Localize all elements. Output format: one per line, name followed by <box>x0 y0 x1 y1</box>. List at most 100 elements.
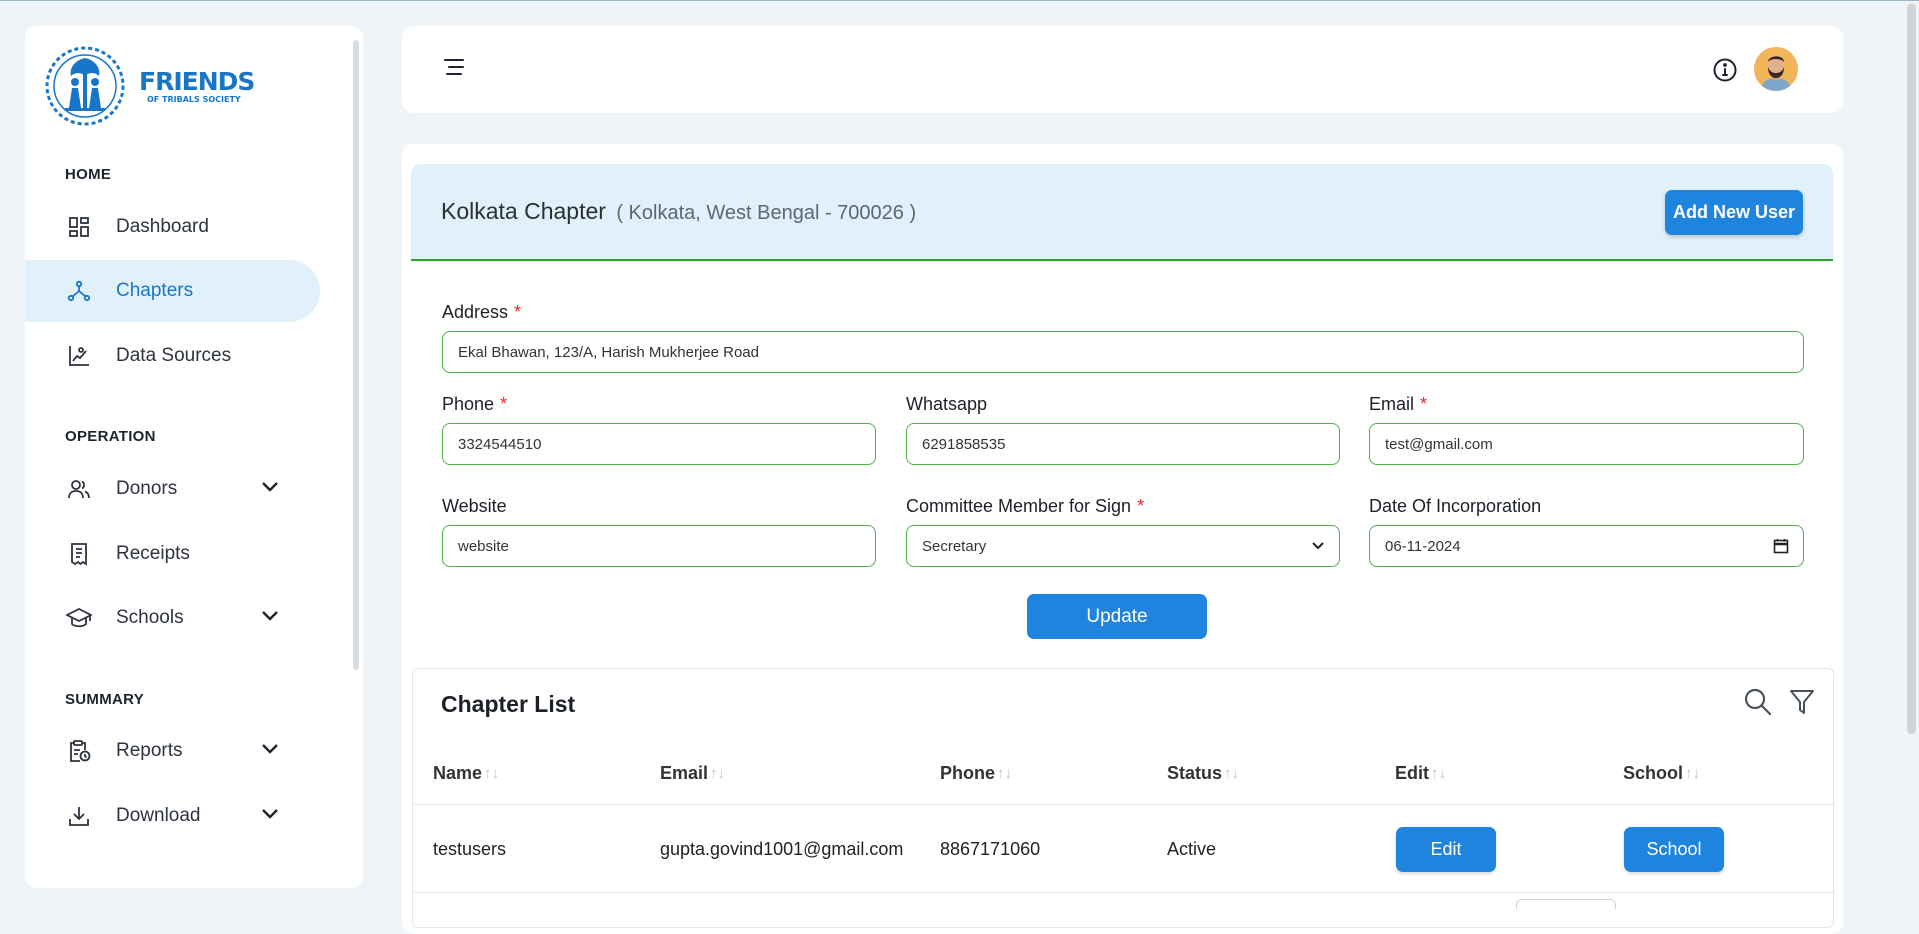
donors-icon <box>65 475 93 503</box>
cell-status: Active <box>1167 839 1217 859</box>
column-header-label: School <box>1623 763 1684 783</box>
email-label-text: Email <box>1369 394 1415 414</box>
chapter-list-title: Chapter List <box>441 691 576 717</box>
required-mark: * <box>514 302 522 322</box>
search-icon[interactable] <box>1743 687 1773 717</box>
calendar-icon[interactable] <box>1773 538 1789 554</box>
edit-button[interactable]: Edit <box>1396 827 1496 872</box>
section-summary: SUMMARY <box>65 691 145 708</box>
school-button[interactable]: School <box>1624 827 1724 872</box>
column-header-school[interactable]: School ↑↓ <box>1623 763 1700 784</box>
chevron-down-icon[interactable] <box>260 476 280 496</box>
required-mark: * <box>1137 496 1145 516</box>
cell-name: testusers <box>433 839 507 859</box>
whatsapp-label: Whatsapp <box>906 394 988 414</box>
sidebar-item-download[interactable]: Download <box>25 785 320 847</box>
email-field[interactable]: test@gmail.com <box>1369 423 1804 465</box>
chapters-icon <box>65 277 93 305</box>
whatsapp-field[interactable]: 6291858535 <box>906 423 1340 465</box>
update-button[interactable]: Update <box>1027 594 1207 639</box>
column-header-phone[interactable]: Phone ↑↓ <box>940 763 1012 784</box>
section-home: HOME <box>65 166 112 183</box>
sidebar-item-donors[interactable]: Donors <box>25 458 320 520</box>
brand-tagline: OF TRIBALS SOCIETY <box>147 94 241 104</box>
chapter-list-card: Chapter List Name ↑↓ Email ↑↓ Phone ↑↓ Stat… <box>412 668 1835 928</box>
address-label-text: Address <box>442 302 509 322</box>
committee-select-value: Secretary <box>922 537 987 555</box>
column-header-name[interactable]: Name ↑↓ <box>433 763 499 784</box>
school-icon <box>65 604 93 632</box>
user-avatar[interactable] <box>1754 47 1798 91</box>
required-mark: * <box>1420 394 1428 414</box>
sort-icon[interactable]: ↑↓ <box>710 765 725 782</box>
sidebar-item-receipts[interactable]: Receipts <box>25 523 320 585</box>
website-label: Website <box>442 496 507 516</box>
chevron-down-icon[interactable] <box>260 605 280 625</box>
sidebar-item-label: Download <box>116 805 201 826</box>
main-panel: Kolkata Chapter ( Kolkata, West Bengal -… <box>402 144 1843 934</box>
chapter-header: Kolkata Chapter ( Kolkata, West Bengal -… <box>411 164 1833 261</box>
column-header-email[interactable]: Email ↑↓ <box>660 763 725 784</box>
sidebar-item-label: Schools <box>116 607 184 628</box>
address-label: Address * <box>442 302 521 323</box>
top-bar <box>402 26 1843 113</box>
sidebar-item-label: Donors <box>116 478 178 499</box>
incorporation-date-field[interactable]: 06-11-2024 <box>1369 525 1804 567</box>
receipt-icon <box>65 540 93 568</box>
sidebar-item-schools[interactable]: Schools <box>25 587 320 649</box>
reports-icon <box>65 737 93 765</box>
phone-label: Phone * <box>442 394 507 415</box>
pagination-control[interactable] <box>1516 899 1616 909</box>
sort-icon[interactable]: ↑↓ <box>1431 765 1446 782</box>
data-sources-icon <box>65 342 93 370</box>
address-field[interactable]: Ekal Bhawan, 123/A, Harish Mukherjee Roa… <box>442 331 1804 373</box>
society-emblem-icon <box>45 46 125 126</box>
incorporation-label: Date Of Incorporation <box>1369 496 1542 516</box>
column-header-label: Status <box>1167 763 1223 783</box>
chevron-down-icon[interactable] <box>260 803 280 823</box>
website-field[interactable]: website <box>442 525 876 567</box>
page-title: Kolkata Chapter ( Kolkata, West Bengal -… <box>441 198 916 225</box>
sidebar-item-label: Reports <box>116 740 183 761</box>
column-header-status[interactable]: Status ↑↓ <box>1167 763 1239 784</box>
sort-icon[interactable]: ↑↓ <box>1685 765 1700 782</box>
sidebar-item-label: Dashboard <box>116 216 209 237</box>
column-header-label: Phone <box>940 763 996 783</box>
committee-select[interactable]: Secretary <box>906 525 1340 567</box>
brand-logo[interactable]: FRIENDS OF TRIBALS SOCIETY <box>45 46 255 126</box>
section-operation: OPERATION <box>65 428 156 445</box>
page-scrollbar[interactable] <box>1907 4 1916 734</box>
sidebar: FRIENDS OF TRIBALS SOCIETY HOME Dashboar… <box>25 26 363 888</box>
download-icon <box>65 802 93 830</box>
sort-icon[interactable]: ↑↓ <box>484 765 499 782</box>
phone-label-text: Phone <box>442 394 495 414</box>
sidebar-item-reports[interactable]: Reports <box>25 720 320 782</box>
sidebar-item-data-sources[interactable]: Data Sources <box>25 325 320 387</box>
chevron-down-icon[interactable] <box>260 738 280 758</box>
column-header-label: Name <box>433 763 483 783</box>
chapter-location: ( Kolkata, West Bengal - 700026 ) <box>616 202 917 224</box>
add-new-user-button[interactable]: Add New User <box>1665 190 1803 235</box>
sidebar-item-label: Chapters <box>116 280 194 301</box>
sort-icon[interactable]: ↑↓ <box>997 765 1012 782</box>
chapter-name: Kolkata Chapter <box>441 198 606 224</box>
column-header-edit[interactable]: Edit ↑↓ <box>1395 763 1446 784</box>
cell-email: gupta.govind1001@gmail.com <box>660 839 904 859</box>
committee-label: Committee Member for Sign * <box>906 496 1144 517</box>
menu-icon[interactable] <box>442 56 466 78</box>
required-mark: * <box>500 394 508 414</box>
chevron-down-icon <box>1312 542 1324 550</box>
phone-field[interactable]: 3324544510 <box>442 423 876 465</box>
sidebar-scrollbar[interactable] <box>353 40 359 670</box>
sidebar-item-label: Receipts <box>116 543 190 564</box>
sidebar-item-label: Data Sources <box>116 345 232 366</box>
sidebar-item-dashboard[interactable]: Dashboard <box>25 196 320 258</box>
email-label: Email * <box>1369 394 1427 415</box>
sidebar-item-chapters[interactable]: Chapters <box>25 260 320 322</box>
filter-icon[interactable] <box>1789 688 1815 716</box>
table-header-divider <box>413 804 1835 805</box>
column-header-label: Edit <box>1395 763 1429 783</box>
info-icon[interactable] <box>1712 57 1738 83</box>
sort-icon[interactable]: ↑↓ <box>1224 765 1239 782</box>
column-header-label: Email <box>660 763 709 783</box>
